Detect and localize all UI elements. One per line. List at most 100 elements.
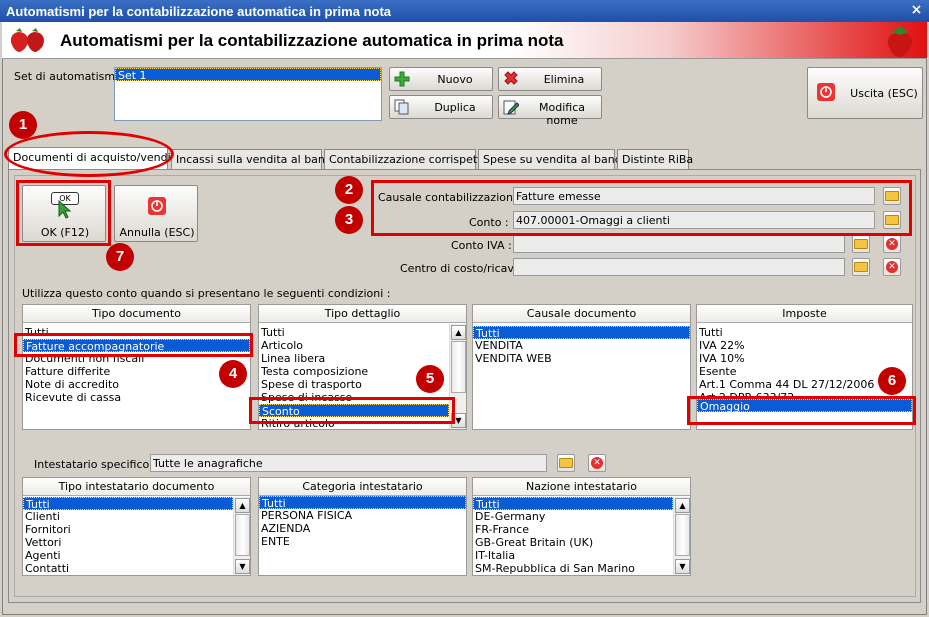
conto-iva-clear-button[interactable]: ✕ <box>883 235 901 253</box>
set-item[interactable]: Set 1 <box>115 68 381 82</box>
list-item[interactable]: Tutti <box>473 497 673 511</box>
window-title-bar: Automatismi per la contabilizzazione aut… <box>0 0 929 22</box>
centro-label: Centro di costo/ricavo <box>400 262 521 275</box>
folder-icon <box>854 239 868 249</box>
duplicate-icon <box>394 99 410 118</box>
intestatario-field[interactable]: Tutte le anagrafiche <box>150 454 547 472</box>
column-header: Tipo documento <box>23 305 250 323</box>
intestatario-clear-button[interactable]: ✕ <box>588 454 606 472</box>
centro-browse-button[interactable] <box>852 258 870 276</box>
causale-documento-list[interactable]: Causale documento Tutti VENDITA VENDITA … <box>472 304 691 430</box>
scrollbar[interactable]: ▲ ▼ <box>233 497 250 575</box>
list-item[interactable]: Linea libera <box>259 352 449 365</box>
marker-7: 7 <box>106 243 134 271</box>
list-item[interactable]: Contatti <box>23 562 233 575</box>
column-header: Causale documento <box>473 305 690 323</box>
list-item[interactable]: VENDITA <box>473 339 690 352</box>
list-body: Tutti Clienti Fornitori Vettori Agenti C… <box>23 497 233 575</box>
list-item[interactable]: Tutti <box>259 496 466 510</box>
duplica-label: Duplica <box>434 101 476 114</box>
uscita-label: Uscita (ESC) <box>850 87 918 100</box>
list-item[interactable]: Articolo <box>259 339 449 352</box>
conto-iva-field[interactable] <box>513 235 845 253</box>
folder-icon <box>559 458 573 468</box>
list-body: Tutti VENDITA VENDITA WEB <box>473 323 690 365</box>
list-item[interactable]: Clienti <box>23 510 233 523</box>
marker-4: 4 <box>219 360 247 388</box>
tab-contabilizzazione[interactable]: Contabilizzazione corrispettivi <box>324 149 494 169</box>
conditions-label: Utilizza questo conto quando si presenta… <box>22 287 391 300</box>
column-header: Nazione intestatario <box>473 478 690 496</box>
clear-x-icon: ✕ <box>886 261 898 273</box>
clear-x-icon: ✕ <box>591 457 603 469</box>
scroll-up-icon[interactable]: ▲ <box>235 498 250 513</box>
annulla-button[interactable]: Annulla (ESC) <box>114 185 198 242</box>
conto-iva-browse-button[interactable] <box>852 235 870 253</box>
scroll-down-icon[interactable]: ▼ <box>675 559 690 574</box>
nuovo-label: Nuovo <box>437 73 473 86</box>
scroll-down-icon[interactable]: ▼ <box>235 559 250 574</box>
scroll-up-icon[interactable]: ▲ <box>675 498 690 513</box>
list-item[interactable]: Fatture differite <box>23 365 250 378</box>
close-button[interactable]: × <box>908 3 925 18</box>
uscita-button[interactable]: Uscita (ESC) <box>807 67 923 119</box>
list-item[interactable]: VENDITA WEB <box>473 352 690 365</box>
list-item[interactable]: Vettori <box>23 536 233 549</box>
tipo-documento-list[interactable]: Tipo documento Tutti Fatture accompagnat… <box>22 304 251 430</box>
scroll-thumb[interactable] <box>675 514 690 556</box>
annotation-box <box>16 180 111 246</box>
conto-iva-label: Conto IVA : <box>451 239 512 252</box>
list-item[interactable]: Fornitori <box>23 523 233 536</box>
nazione-list[interactable]: Nazione intestatario Tutti DE-Germany FR… <box>472 477 691 576</box>
list-item[interactable]: Ricevute di cassa <box>23 391 250 404</box>
list-item[interactable]: Note di accredito <box>23 378 250 391</box>
edit-icon <box>503 99 520 118</box>
annotation-oval <box>4 131 174 177</box>
intestatario-label: Intestatario specifico : <box>34 458 157 471</box>
scroll-thumb[interactable] <box>235 514 250 556</box>
list-item[interactable]: Tutti <box>473 326 690 340</box>
duplica-button[interactable]: Duplica <box>389 95 493 119</box>
centro-clear-button[interactable]: ✕ <box>883 258 901 276</box>
modifica-nome-button[interactable]: Modifica nome <box>498 95 602 127</box>
list-item[interactable]: ENTE <box>259 535 466 548</box>
list-item[interactable]: DE-Germany <box>473 510 673 523</box>
list-item[interactable]: FR-France <box>473 523 673 536</box>
elimina-button[interactable]: Elimina <box>498 67 602 91</box>
list-item[interactable]: Tutti <box>259 326 449 339</box>
categoria-list[interactable]: Categoria intestatario Tutti PERSONA FIS… <box>258 477 467 576</box>
list-body: Tutti DE-Germany FR-France GB-Great Brit… <box>473 497 673 575</box>
strawberry-brand-icon <box>887 26 913 57</box>
annotation-box <box>249 397 455 424</box>
list-item[interactable]: IT-Italia <box>473 549 673 562</box>
list-item[interactable]: AZIENDA <box>259 522 466 535</box>
elimina-label: Elimina <box>543 73 585 86</box>
list-item[interactable]: Tutti <box>23 497 233 511</box>
scrollbar[interactable]: ▲ ▼ <box>673 497 690 575</box>
list-item[interactable]: IVA 10% <box>697 352 912 365</box>
list-item[interactable]: PERSONA FISICA <box>259 509 466 522</box>
list-item[interactable]: SM-Repubblica di San Marino <box>473 562 673 575</box>
tab-spese[interactable]: Spese su vendita al banco <box>478 149 628 169</box>
tipo-intestatario-list[interactable]: Tipo intestatario documento Tutti Client… <box>22 477 251 576</box>
intestatario-browse-button[interactable] <box>557 454 575 472</box>
list-item[interactable]: GB-Great Britain (UK) <box>473 536 673 549</box>
tab-incassi[interactable]: Incassi sulla vendita al banco <box>171 149 338 169</box>
tab-distinte[interactable]: Distinte RiBa <box>617 149 693 169</box>
nuovo-button[interactable]: Nuovo <box>389 67 493 91</box>
marker-2: 2 <box>335 176 363 204</box>
column-header: Categoria intestatario <box>259 478 466 496</box>
list-item[interactable]: Agenti <box>23 549 233 562</box>
annotation-box <box>687 396 916 425</box>
list-item[interactable]: Tutti <box>697 326 912 339</box>
plus-icon <box>394 71 410 87</box>
header-title: Automatismi per la contabilizzazione aut… <box>60 31 564 50</box>
annotation-box <box>14 333 253 357</box>
scroll-thumb[interactable] <box>451 341 466 393</box>
clear-x-icon: ✕ <box>886 238 898 250</box>
scroll-up-icon[interactable]: ▲ <box>451 325 466 340</box>
list-item[interactable]: IVA 22% <box>697 339 912 352</box>
marker-1: 1 <box>9 111 37 139</box>
centro-field[interactable] <box>513 258 845 276</box>
set-listbox[interactable]: Set 1 <box>114 67 382 121</box>
